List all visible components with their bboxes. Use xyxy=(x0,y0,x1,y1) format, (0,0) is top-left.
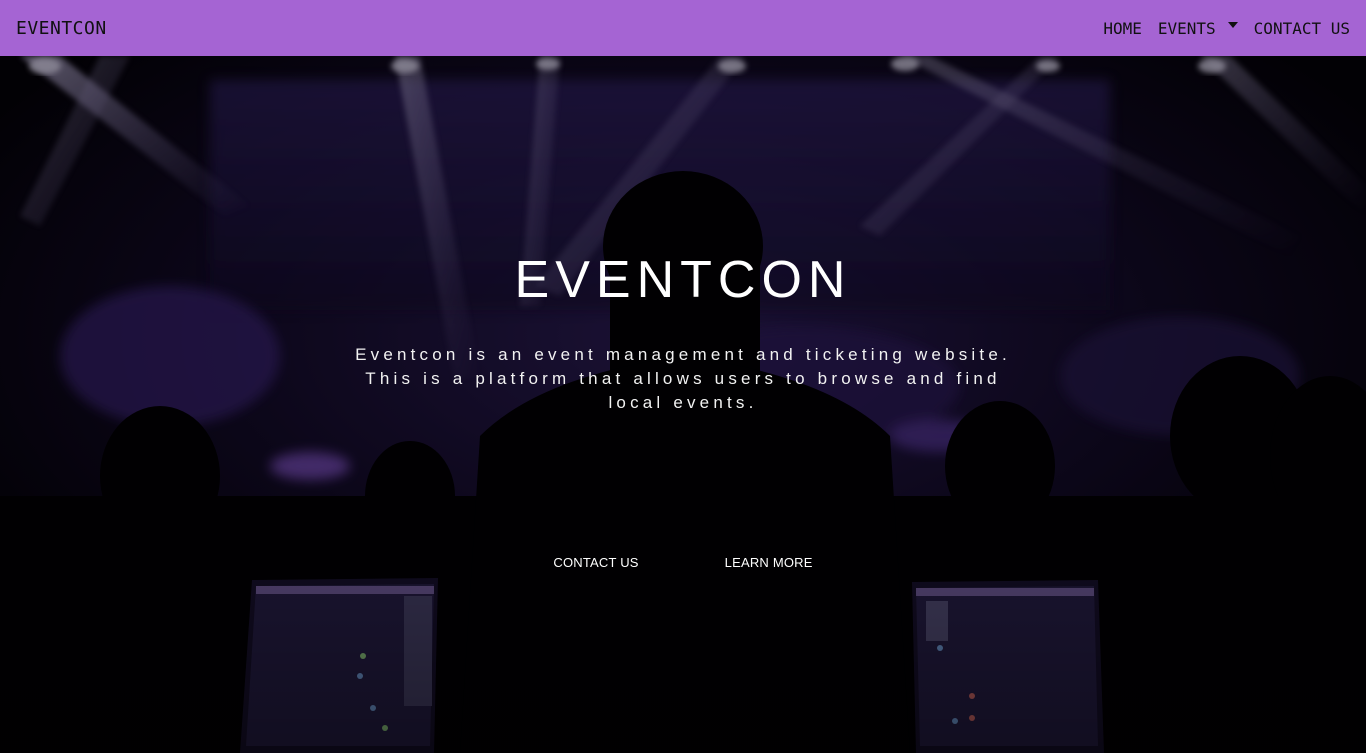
nav-contact-label: CONTACT US xyxy=(1253,18,1350,38)
hero-buttons: CONTACT US LEARN MORE xyxy=(0,555,1366,570)
hero-description: Eventcon is an event management and tick… xyxy=(355,345,1011,412)
learn-more-button[interactable]: LEARN MORE xyxy=(725,555,813,570)
caret-down-icon xyxy=(1227,22,1238,28)
hero-section: EVENTCON Eventcon is an event management… xyxy=(0,56,1366,753)
nav-links: HOME EVENTS CONTACT US xyxy=(1103,19,1350,38)
nav-home-link[interactable]: HOME xyxy=(1103,19,1142,38)
nav-events-label: EVENTS xyxy=(1157,18,1216,38)
nav-home-label: HOME xyxy=(1103,18,1142,38)
contact-us-button[interactable]: CONTACT US xyxy=(553,555,638,570)
hero-content: EVENTCON Eventcon is an event management… xyxy=(0,56,1366,753)
brand-logo[interactable]: EVENTCON xyxy=(16,18,107,39)
top-navbar: EVENTCON HOME EVENTS CONTACT US xyxy=(0,0,1366,56)
hero-title: EVENTCON xyxy=(514,251,852,309)
nav-contact-link[interactable]: CONTACT US xyxy=(1254,19,1350,38)
nav-events-dropdown[interactable]: EVENTS xyxy=(1158,19,1238,38)
